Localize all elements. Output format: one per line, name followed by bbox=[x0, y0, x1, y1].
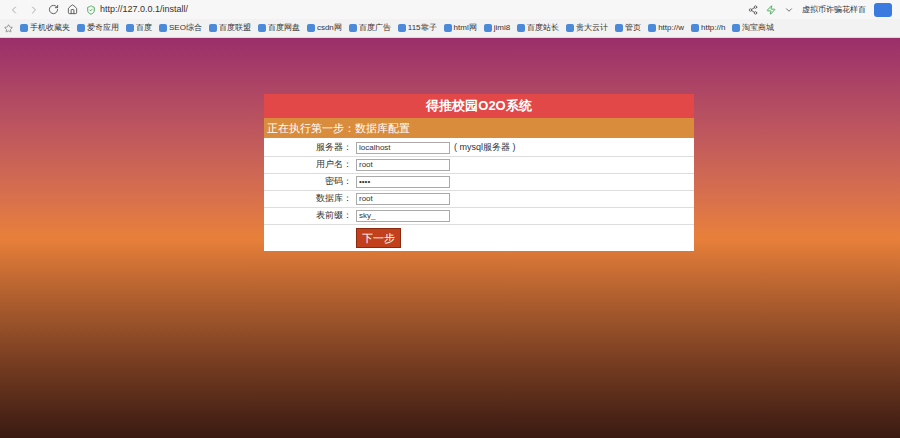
bookmark-icon bbox=[615, 24, 623, 32]
url-text[interactable]: http://127.0.0.1/install/ bbox=[100, 3, 188, 17]
bookmark-icon bbox=[691, 24, 699, 32]
bookmark-icon bbox=[209, 24, 217, 32]
share-icon[interactable] bbox=[748, 5, 758, 15]
field-label: 用户名： bbox=[264, 158, 352, 172]
bookmark-icon bbox=[517, 24, 525, 32]
lightning-icon[interactable] bbox=[766, 5, 776, 15]
bookmark-icon bbox=[349, 24, 357, 32]
bookmark-item[interactable]: 百度网盘 bbox=[258, 22, 300, 34]
address-bar[interactable]: http://127.0.0.1/install/ bbox=[86, 3, 740, 17]
back-icon[interactable] bbox=[8, 4, 20, 16]
form: 服务器： localhost ( mysql服务器 ) 用户名： root 密码： ••••… bbox=[264, 138, 694, 251]
form-row: 表前缀： sky_ bbox=[264, 208, 694, 225]
bookmark-icon bbox=[126, 24, 134, 32]
bookmark-item[interactable]: 百度广告 bbox=[349, 22, 391, 34]
news-text[interactable]: 虚拟币诈骗花样百 bbox=[802, 4, 866, 16]
bookmark-icon bbox=[398, 24, 406, 32]
dropdown-icon[interactable] bbox=[784, 5, 794, 15]
bookmark-item[interactable]: 百度站长 bbox=[517, 22, 559, 34]
panel-title: 得推校园O2O系统 bbox=[264, 94, 694, 118]
bookmark-icon bbox=[732, 24, 740, 32]
bookmark-item[interactable]: 百度 bbox=[126, 22, 152, 34]
favorites-icon[interactable] bbox=[4, 24, 13, 33]
home-icon[interactable] bbox=[67, 4, 78, 15]
bookmark-item[interactable]: 管页 bbox=[615, 22, 641, 34]
bookmark-icon bbox=[566, 24, 574, 32]
next-button[interactable]: 下一步 bbox=[356, 228, 401, 248]
bookmark-item[interactable]: csdn网 bbox=[307, 22, 342, 34]
bookmark-item[interactable]: 手机收藏夹 bbox=[20, 22, 70, 34]
field-label: 服务器： bbox=[264, 141, 352, 155]
bookmark-item[interactable]: SEO综合 bbox=[159, 22, 202, 34]
button-row: 下一步 bbox=[264, 225, 694, 251]
bookmark-icon bbox=[20, 24, 28, 32]
bookmark-item[interactable]: 百度联盟 bbox=[209, 22, 251, 34]
form-row: 服务器： localhost ( mysql服务器 ) bbox=[264, 140, 694, 157]
field-label: 密码： bbox=[264, 175, 352, 189]
baidu-icon[interactable] bbox=[874, 3, 892, 17]
bookmark-icon bbox=[307, 24, 315, 32]
refresh-icon[interactable] bbox=[48, 4, 59, 15]
bookmarks-bar: 手机收藏夹爱奇应用百度 SEO综合百度联盟百度网盘 csdn网百度广告 115靠子 ht… bbox=[0, 19, 900, 38]
bookmark-icon bbox=[484, 24, 492, 32]
bookmark-item[interactable]: html网 bbox=[444, 22, 477, 34]
install-panel: 得推校园O2O系统正在执行第一步：数据库配置服务器： localhost ( mys… bbox=[264, 94, 694, 251]
field-hint: ( mysql服务器 ) bbox=[454, 141, 516, 155]
field-input[interactable]: sky_ bbox=[356, 210, 450, 222]
step-bar: 正在执行第一步：数据库配置 bbox=[264, 118, 694, 138]
bookmark-icon bbox=[648, 24, 656, 32]
forward-icon[interactable] bbox=[28, 4, 40, 16]
bookmark-icon bbox=[77, 24, 85, 32]
browser-window: http://127.0.0.1/install/虚拟币诈骗花样百手机收藏夹爱奇… bbox=[0, 0, 900, 438]
bookmark-icon bbox=[258, 24, 266, 32]
field-input[interactable]: root bbox=[356, 193, 450, 205]
bookmark-item[interactable]: 爱奇应用 bbox=[77, 22, 119, 34]
bookmark-icon bbox=[159, 24, 167, 32]
shield-icon bbox=[86, 5, 96, 15]
field-label: 表前缀： bbox=[264, 209, 352, 223]
bookmark-item[interactable]: 115靠子 bbox=[398, 22, 437, 34]
field-input[interactable]: root bbox=[356, 159, 450, 171]
background-photo: 得推校园O2O系统正在执行第一步：数据库配置服务器： localhost ( mys… bbox=[0, 38, 900, 438]
bookmark-item[interactable]: http://h bbox=[691, 22, 725, 34]
bookmark-icon bbox=[444, 24, 452, 32]
form-row: 数据库： root bbox=[264, 191, 694, 208]
field-label: 数据库： bbox=[264, 192, 352, 206]
toolbar: http://127.0.0.1/install/虚拟币诈骗花样百 bbox=[0, 0, 900, 19]
bookmark-item[interactable]: 贵大云计 bbox=[566, 22, 608, 34]
field-input[interactable]: localhost bbox=[356, 142, 450, 154]
bookmark-item[interactable]: 淘宝商城 bbox=[732, 22, 774, 34]
field-input[interactable]: •••• bbox=[356, 176, 450, 188]
form-row: 密码： •••• bbox=[264, 174, 694, 191]
form-row: 用户名： root bbox=[264, 157, 694, 174]
bookmark-item[interactable]: jimi8 bbox=[484, 22, 510, 34]
bookmark-item[interactable]: http://w bbox=[648, 22, 684, 34]
